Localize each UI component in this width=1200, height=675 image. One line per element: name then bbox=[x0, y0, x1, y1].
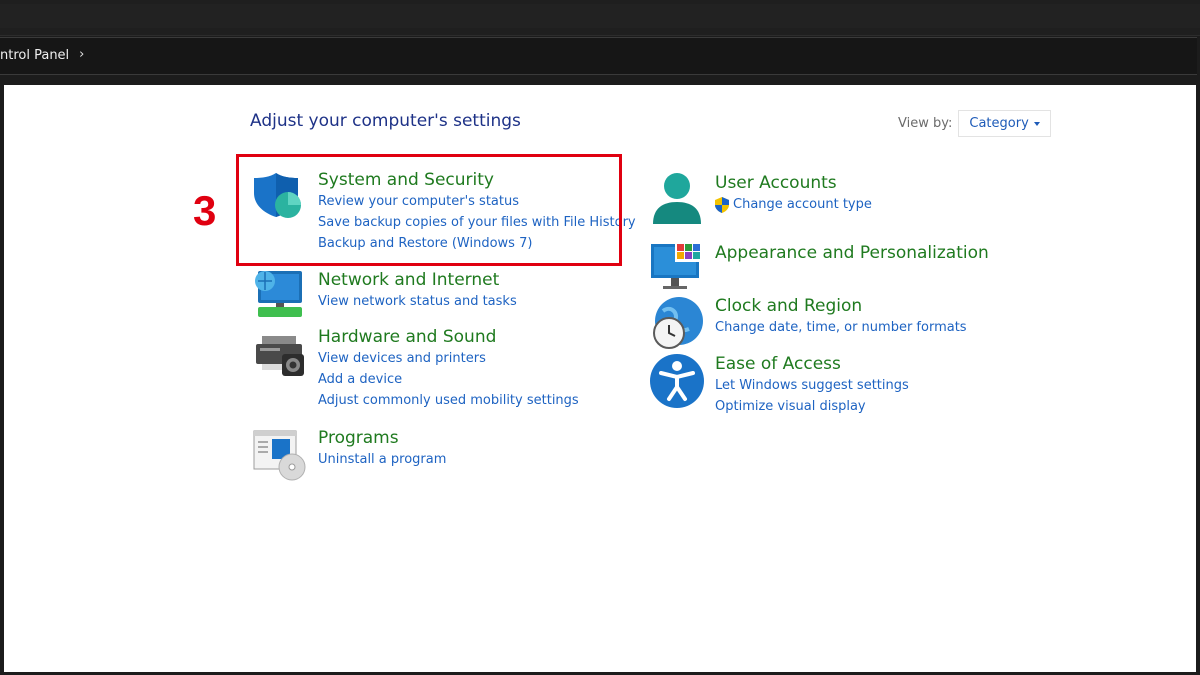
accessibility-icon[interactable] bbox=[649, 353, 705, 409]
clock-icon[interactable] bbox=[649, 295, 705, 351]
caret-down-icon[interactable] bbox=[1033, 121, 1040, 126]
link-uninstall-program[interactable]: Uninstall a program bbox=[318, 449, 446, 470]
category-text: User Accounts Change account type bbox=[715, 172, 872, 215]
view-by-dropdown[interactable]: Category bbox=[958, 110, 1051, 137]
highlight-box bbox=[236, 154, 622, 266]
uac-shield-icon bbox=[715, 196, 729, 213]
address-bar[interactable]: ntrol Panel › bbox=[0, 37, 1197, 75]
change-account-type-label[interactable]: Change account type bbox=[733, 194, 872, 215]
user-icon[interactable] bbox=[649, 172, 705, 228]
category-text: Appearance and Personalization bbox=[715, 242, 989, 264]
category-title[interactable]: Clock and Region bbox=[715, 295, 967, 317]
printer-icon[interactable] bbox=[252, 326, 308, 382]
page-title: Adjust your computer's settings bbox=[250, 111, 521, 131]
link-windows-suggest[interactable]: Let Windows suggest settings bbox=[715, 375, 909, 396]
programs-icon[interactable] bbox=[252, 427, 308, 483]
category-title[interactable]: Appearance and Personalization bbox=[715, 242, 989, 264]
link-network-status[interactable]: View network status and tasks bbox=[318, 291, 517, 312]
link-devices-printers[interactable]: View devices and printers bbox=[318, 348, 579, 369]
network-icon[interactable] bbox=[252, 269, 308, 325]
link-change-account-type[interactable]: Change account type bbox=[715, 194, 872, 215]
view-by-value[interactable]: Category bbox=[969, 116, 1028, 131]
category-title[interactable]: Ease of Access bbox=[715, 353, 909, 375]
link-mobility-settings[interactable]: Adjust commonly used mobility settings bbox=[318, 390, 579, 411]
category-title[interactable]: Hardware and Sound bbox=[318, 326, 579, 348]
category-title[interactable]: User Accounts bbox=[715, 172, 872, 194]
breadcrumb[interactable]: ntrol Panel › bbox=[0, 47, 84, 63]
link-date-time-formats[interactable]: Change date, time, or number formats bbox=[715, 317, 967, 338]
view-by-label: View by: bbox=[898, 116, 953, 131]
control-panel-content: Adjust your computer's settings View by:… bbox=[4, 85, 1196, 672]
breadcrumb-control-panel[interactable]: ntrol Panel bbox=[0, 48, 69, 63]
category-text: Programs Uninstall a program bbox=[318, 427, 446, 470]
category-title[interactable]: Programs bbox=[318, 427, 446, 449]
chevron-right-icon[interactable]: › bbox=[79, 47, 84, 62]
category-title[interactable]: Network and Internet bbox=[318, 269, 517, 291]
monitor-icon[interactable] bbox=[649, 242, 705, 298]
title-bar bbox=[0, 0, 1200, 36]
view-by: View by: Category bbox=[898, 110, 1051, 137]
link-add-device[interactable]: Add a device bbox=[318, 369, 579, 390]
category-text: Network and Internet View network status… bbox=[318, 269, 517, 312]
category-text: Hardware and Sound View devices and prin… bbox=[318, 326, 579, 411]
link-optimize-display[interactable]: Optimize visual display bbox=[715, 396, 909, 417]
category-text: Ease of Access Let Windows suggest setti… bbox=[715, 353, 909, 417]
step-number: 3 bbox=[193, 187, 217, 234]
category-text: Clock and Region Change date, time, or n… bbox=[715, 295, 967, 338]
title-bar-strip bbox=[0, 4, 1200, 28]
